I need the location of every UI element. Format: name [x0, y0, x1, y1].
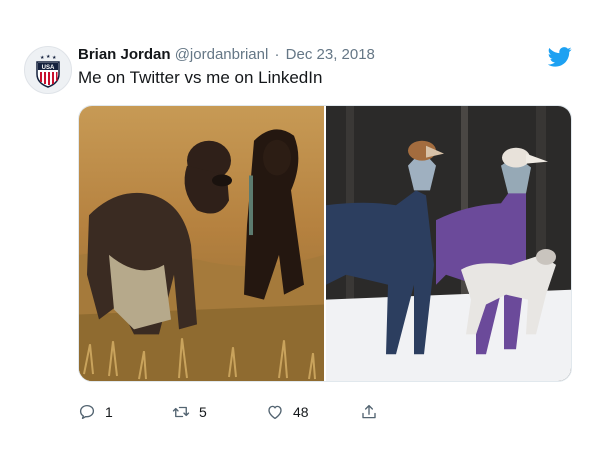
- heart-icon: [268, 405, 282, 420]
- retweet-icon: [172, 406, 190, 418]
- usa-crest-avatar-image: ★ ★ ★ USA: [36, 54, 60, 88]
- author-handle[interactable]: @jordanbrianl: [175, 46, 269, 63]
- avatar-label: USA: [42, 65, 55, 71]
- svg-text:★: ★: [40, 55, 45, 61]
- reply-icon: [79, 404, 95, 420]
- avatar[interactable]: ★ ★ ★ USA: [24, 46, 72, 94]
- twitter-bird-icon[interactable]: [548, 46, 572, 68]
- reply-button[interactable]: 1: [78, 400, 113, 424]
- photo-dogs-twitter[interactable]: [79, 106, 324, 381]
- tweet-text: Me on Twitter vs me on LinkedIn: [78, 68, 323, 87]
- dogs-in-sweaters-image: [326, 106, 571, 381]
- separator-dot: ·: [274, 46, 280, 63]
- photo-greyhounds-linkedin[interactable]: [326, 106, 571, 381]
- tweet-actions: 1 5 48: [78, 400, 398, 424]
- svg-text:★: ★: [52, 55, 57, 61]
- reply-count: 1: [105, 404, 113, 420]
- tweet-header: Brian Jordan @jordanbrianl · Dec 23, 201…: [78, 46, 375, 64]
- tweet-date[interactable]: Dec 23, 2018: [286, 46, 375, 63]
- tweet-card[interactable]: ★ ★ ★ USA Brian Jordan @jordanbrianl · D…: [0, 0, 596, 458]
- author-name[interactable]: Brian Jordan: [78, 46, 171, 63]
- labradors-in-field-image: [79, 106, 324, 381]
- like-count: 48: [293, 404, 309, 420]
- svg-text:★: ★: [46, 54, 51, 60]
- tweet-media[interactable]: [78, 105, 572, 382]
- share-button[interactable]: [360, 400, 378, 424]
- retweet-button[interactable]: 5: [172, 400, 207, 424]
- retweet-count: 5: [199, 404, 207, 420]
- share-icon: [362, 404, 376, 419]
- like-button[interactable]: 48: [266, 400, 309, 424]
